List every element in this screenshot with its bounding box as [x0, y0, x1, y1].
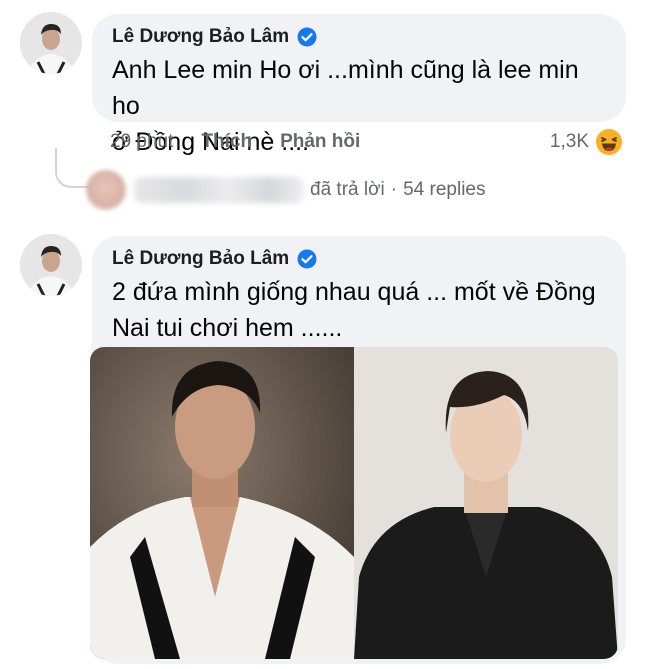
replies-separator: ·	[390, 179, 398, 200]
comment-timestamp[interactable]: 29 phút	[110, 131, 173, 153]
avatar-photo	[20, 234, 82, 296]
comment-actions: 29 phút Thích Phản hồi	[110, 131, 388, 153]
author-name[interactable]: Lê Dương Bảo Lâm	[112, 248, 289, 270]
comment-bubble: Lê Dương Bảo Lâm Anh Lee min Ho ơi ...mì…	[92, 14, 626, 156]
replies-count: 54 replies	[403, 179, 486, 200]
author-avatar[interactable]	[20, 12, 82, 74]
author-name[interactable]: Lê Dương Bảo Lâm	[112, 26, 289, 48]
reaction-summary[interactable]: 1,3K	[550, 128, 623, 156]
replier-avatar-blurred	[86, 170, 126, 210]
view-replies-link[interactable]: đã trả lời · 54 replies	[86, 170, 486, 210]
verified-badge-icon	[297, 27, 317, 47]
comment-author: Lê Dương Bảo Lâm	[112, 26, 606, 48]
replied-text: đã trả lời	[310, 179, 385, 200]
comment-author: Lê Dương Bảo Lâm	[112, 248, 606, 270]
reply-button[interactable]: Phản hồi	[280, 131, 360, 153]
verified-badge-icon	[297, 249, 317, 269]
photo-left-portrait	[90, 347, 354, 659]
like-button[interactable]: Thích	[201, 131, 252, 153]
avatar-photo	[20, 12, 82, 74]
comment-attached-photo[interactable]	[90, 347, 618, 659]
comment-text: 2 đứa mình giống nhau quá ... mốt về Đồn…	[112, 278, 596, 342]
reaction-count: 1,3K	[549, 131, 589, 152]
replier-name-blurred	[134, 177, 304, 203]
haha-icon	[595, 128, 623, 156]
photo-right-portrait	[354, 347, 618, 659]
author-avatar[interactable]	[20, 234, 82, 296]
